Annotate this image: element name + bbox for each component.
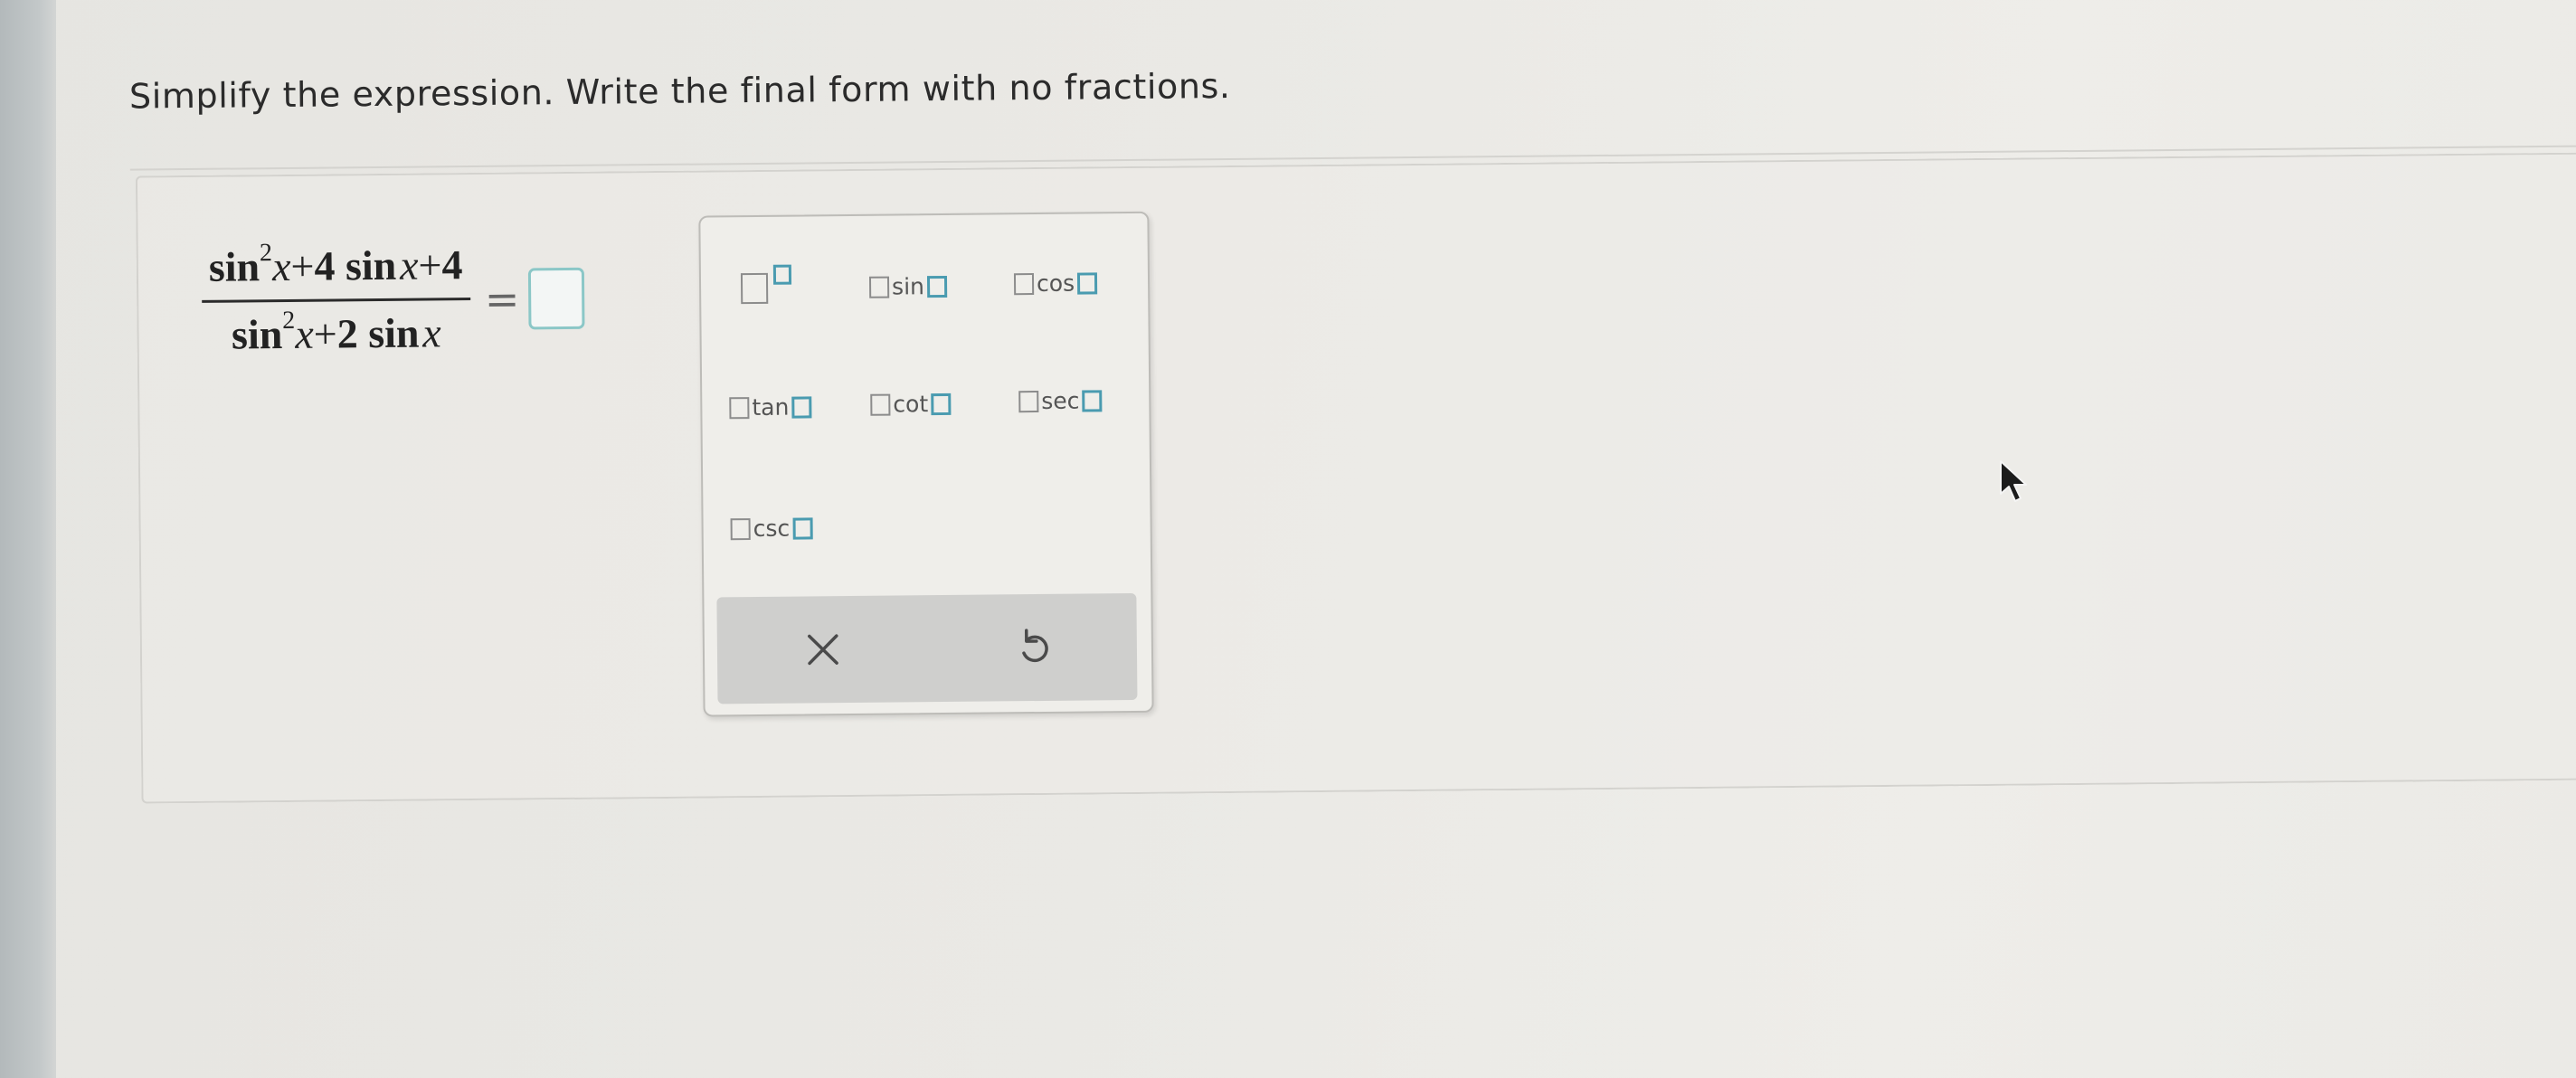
mouse-cursor-icon xyxy=(2000,460,2027,502)
cot-label: cot xyxy=(893,391,929,418)
undo-icon xyxy=(1022,629,1048,663)
tan-button[interactable]: tan xyxy=(729,393,812,421)
keypad-action-bar xyxy=(716,592,1138,704)
sec-label: sec xyxy=(1041,387,1080,414)
cot-button[interactable]: cot xyxy=(870,391,952,418)
csc-button[interactable]: csc xyxy=(730,515,813,543)
sec-button[interactable]: sec xyxy=(1018,387,1103,414)
power-template-icon xyxy=(740,272,769,305)
page: Simplify the expression. Write the final… xyxy=(0,0,2576,1078)
undo-button[interactable] xyxy=(994,612,1076,684)
argument-slot-icon xyxy=(931,392,952,415)
answer-input[interactable] xyxy=(528,267,585,329)
sin-label: sin xyxy=(891,273,925,300)
math-keypad: sin cos tan cot sec csc xyxy=(698,211,1154,717)
argument-slot-icon xyxy=(792,516,813,540)
coefficient-slot-icon xyxy=(870,393,891,416)
argument-slot-icon xyxy=(1082,389,1103,412)
csc-label: csc xyxy=(753,515,791,543)
exponent-slot-icon xyxy=(772,264,792,285)
sin-button[interactable]: sin xyxy=(868,273,948,300)
question-panel: sin2x+4 sin x+4 sin2x+2 sin x = sin cos … xyxy=(135,152,2576,804)
coefficient-slot-icon xyxy=(729,396,750,419)
power-button[interactable] xyxy=(740,264,792,305)
question-prompt: Simplify the expression. Write the final… xyxy=(128,65,1231,117)
coefficient-slot-icon xyxy=(868,276,890,298)
denominator: sin2x+2 sin x xyxy=(231,306,441,358)
cos-button[interactable]: cos xyxy=(1013,270,1098,298)
close-icon xyxy=(808,634,838,666)
argument-slot-icon xyxy=(791,395,812,419)
numerator: sin2x+4 sin x+4 xyxy=(208,239,463,290)
coefficient-slot-icon xyxy=(1013,272,1035,295)
cos-label: cos xyxy=(1036,270,1075,298)
argument-slot-icon xyxy=(1077,271,1098,295)
coefficient-slot-icon xyxy=(730,517,751,540)
equals-sign: = xyxy=(484,274,520,324)
fraction: sin2x+4 sin x+4 sin2x+2 sin x xyxy=(202,238,471,363)
argument-slot-icon xyxy=(926,275,948,298)
fraction-bar xyxy=(202,298,470,303)
expression: sin2x+4 sin x+4 sin2x+2 sin x = xyxy=(202,237,585,363)
tan-label: tan xyxy=(752,393,790,421)
coefficient-slot-icon xyxy=(1018,390,1039,412)
clear-button[interactable] xyxy=(782,614,865,686)
